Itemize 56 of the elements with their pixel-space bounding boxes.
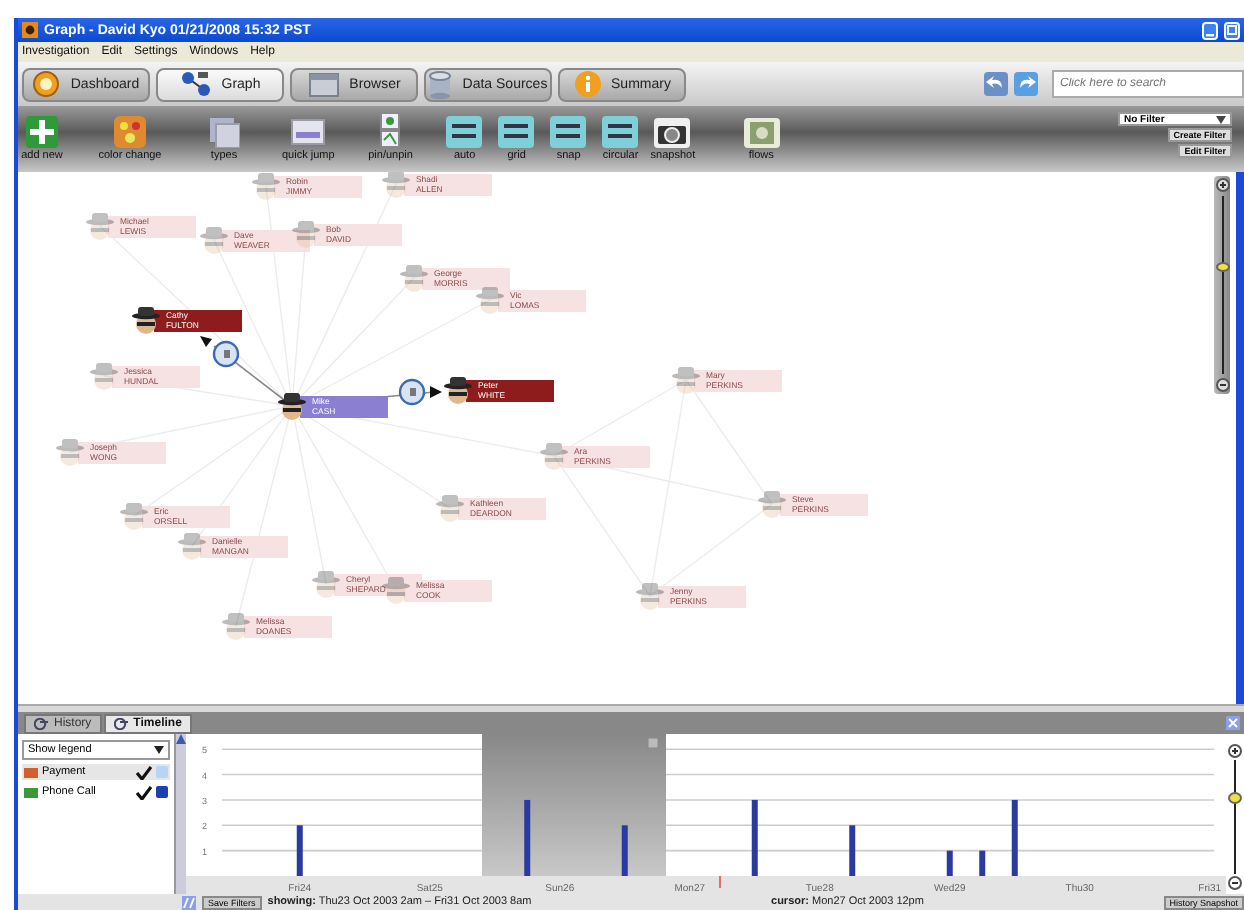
maximize-icon[interactable] — [1224, 21, 1240, 39]
spy-icon[interactable] — [132, 307, 160, 334]
zoom-in-icon[interactable] — [1228, 744, 1243, 758]
close-icon[interactable] — [648, 737, 660, 749]
window-icon — [307, 70, 340, 98]
info-icon — [573, 70, 602, 98]
chart-bar — [849, 825, 856, 876]
gauge-icon — [32, 70, 61, 98]
database-icon — [428, 69, 453, 99]
zoom-out-icon[interactable] — [1215, 378, 1229, 392]
cursor-marker — [719, 875, 722, 889]
plus-icon — [26, 116, 58, 148]
event-icon[interactable] — [398, 378, 426, 406]
slider-thumb[interactable] — [1215, 262, 1229, 273]
chart-bar — [622, 825, 629, 876]
zoom-slider[interactable] — [1214, 176, 1230, 394]
caret-icon — [154, 746, 165, 754]
back-icon[interactable] — [984, 72, 1008, 96]
caret-icon — [1216, 115, 1226, 123]
layout-icon — [446, 116, 483, 148]
color-swatch[interactable] — [156, 786, 169, 798]
spy-icon[interactable] — [278, 393, 306, 420]
chart-bar — [1012, 799, 1019, 876]
chart-bar — [297, 825, 304, 876]
check-icon[interactable] — [136, 785, 153, 799]
slider-thumb[interactable] — [1228, 791, 1243, 804]
layout-icon — [550, 116, 587, 148]
color-swatch[interactable] — [156, 766, 169, 778]
network-icon — [179, 70, 212, 98]
layout-icon — [498, 116, 535, 148]
layout-icon — [602, 116, 639, 148]
refresh-icon[interactable] — [1014, 72, 1038, 96]
zoom-out-icon[interactable] — [1228, 876, 1243, 890]
chart-bar — [752, 799, 759, 876]
clock-icon — [34, 718, 50, 730]
clock-icon — [113, 718, 130, 730]
filter-icon[interactable] — [182, 895, 196, 909]
arrowhead-icon — [430, 386, 442, 398]
arrowhead-icon — [200, 336, 212, 347]
event-icon[interactable] — [212, 340, 240, 368]
check-icon[interactable] — [136, 765, 153, 779]
chart-bar — [947, 850, 954, 876]
card-icon — [290, 116, 327, 148]
spy-icon[interactable] — [444, 377, 472, 404]
chart-bar — [524, 799, 531, 876]
banknote-icon — [743, 116, 780, 148]
chart-bar — [979, 850, 986, 876]
zoom-slider[interactable] — [1226, 734, 1244, 894]
app-icon — [22, 22, 38, 38]
stack-icon — [208, 116, 240, 148]
palette-icon — [114, 116, 146, 148]
pin-icon — [380, 112, 401, 148]
zoom-in-icon[interactable] — [1215, 178, 1229, 192]
selection-overlay[interactable] — [482, 734, 667, 876]
camera-icon — [654, 116, 691, 148]
minimize-icon[interactable] — [1202, 21, 1218, 39]
